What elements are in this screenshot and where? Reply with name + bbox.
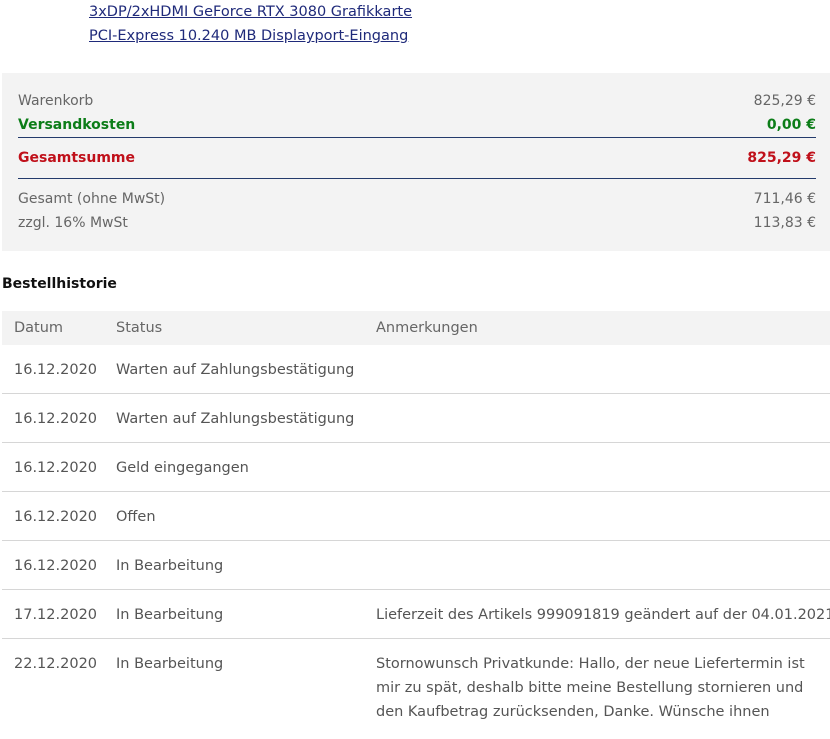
totals-row-ohne-mwst: Gesamt (ohne MwSt) 711,46 € xyxy=(18,189,816,209)
row-date: 16.12.2020 xyxy=(14,411,98,427)
versandkosten-value: 0,00 € xyxy=(766,117,816,133)
row-status: In Bearbeitung xyxy=(116,607,224,623)
row-status: Geld eingegangen xyxy=(116,460,249,476)
column-header-status: Status xyxy=(116,320,163,336)
product-link-line-2[interactable]: PCI-Express 10.240 MB Displayport-Eingan… xyxy=(89,24,789,48)
table-row: 22.12.2020 In Bearbeitung Stornowunsch P… xyxy=(2,639,830,739)
row-status: Offen xyxy=(116,509,156,525)
table-row: 16.12.2020 Warten auf Zahlungsbestätigun… xyxy=(2,345,830,394)
totals-row-warenkorb: Warenkorb 825,29 € xyxy=(18,91,816,111)
product-link-line-1[interactable]: 3xDP/2xHDMI GeForce RTX 3080 Grafikkarte xyxy=(89,0,789,24)
row-status: Warten auf Zahlungsbestätigung xyxy=(116,411,355,427)
gesamtsumme-label: Gesamtsumme xyxy=(18,150,136,166)
mwst-value: 113,83 € xyxy=(753,215,816,231)
totals-divider-2 xyxy=(18,178,816,179)
product-title-links: 3xDP/2xHDMI GeForce RTX 3080 Grafikkarte… xyxy=(89,0,789,48)
row-date: 16.12.2020 xyxy=(14,558,98,574)
order-history-title: Bestellhistorie xyxy=(2,276,117,292)
ohne-mwst-label: Gesamt (ohne MwSt) xyxy=(18,191,166,207)
row-status: In Bearbeitung xyxy=(116,656,224,672)
row-date: 22.12.2020 xyxy=(14,656,98,672)
column-header-datum: Datum xyxy=(14,320,64,336)
row-date: 16.12.2020 xyxy=(14,460,98,476)
row-date: 16.12.2020 xyxy=(14,509,98,525)
warenkorb-label: Warenkorb xyxy=(18,93,94,109)
table-row: 16.12.2020 Geld eingegangen xyxy=(2,443,830,492)
table-row: 16.12.2020 Offen xyxy=(2,492,830,541)
column-header-anmerkungen: Anmerkungen xyxy=(376,320,478,336)
table-header: Datum Status Anmerkungen xyxy=(2,311,830,345)
row-date: 16.12.2020 xyxy=(14,362,98,378)
table-row: 16.12.2020 Warten auf Zahlungsbestätigun… xyxy=(2,394,830,443)
order-totals-box: Warenkorb 825,29 € Versandkosten 0,00 € … xyxy=(2,73,830,251)
totals-row-mwst: zzgl. 16% MwSt 113,83 € xyxy=(18,213,816,233)
row-date: 17.12.2020 xyxy=(14,607,98,623)
row-status: Warten auf Zahlungsbestätigung xyxy=(116,362,355,378)
versandkosten-label: Versandkosten xyxy=(18,117,136,133)
ohne-mwst-value: 711,46 € xyxy=(753,191,816,207)
totals-row-gesamtsumme: Gesamtsumme 825,29 € xyxy=(18,148,816,168)
gesamtsumme-value: 825,29 € xyxy=(747,150,816,166)
totals-divider-1 xyxy=(18,137,816,138)
order-history-table: Datum Status Anmerkungen 16.12.2020 Wart… xyxy=(2,311,830,739)
row-note: Stornowunsch Privatkunde: Hallo, der neu… xyxy=(376,656,805,720)
mwst-label: zzgl. 16% MwSt xyxy=(18,215,128,231)
totals-row-versandkosten: Versandkosten 0,00 € xyxy=(18,115,816,135)
table-row: 17.12.2020 In Bearbeitung Lieferzeit des… xyxy=(2,590,830,639)
row-status: In Bearbeitung xyxy=(116,558,224,574)
row-note: Lieferzeit des Artikels 999091819 geände… xyxy=(376,607,830,623)
table-row: 16.12.2020 In Bearbeitung xyxy=(2,541,830,590)
warenkorb-value: 825,29 € xyxy=(753,93,816,109)
